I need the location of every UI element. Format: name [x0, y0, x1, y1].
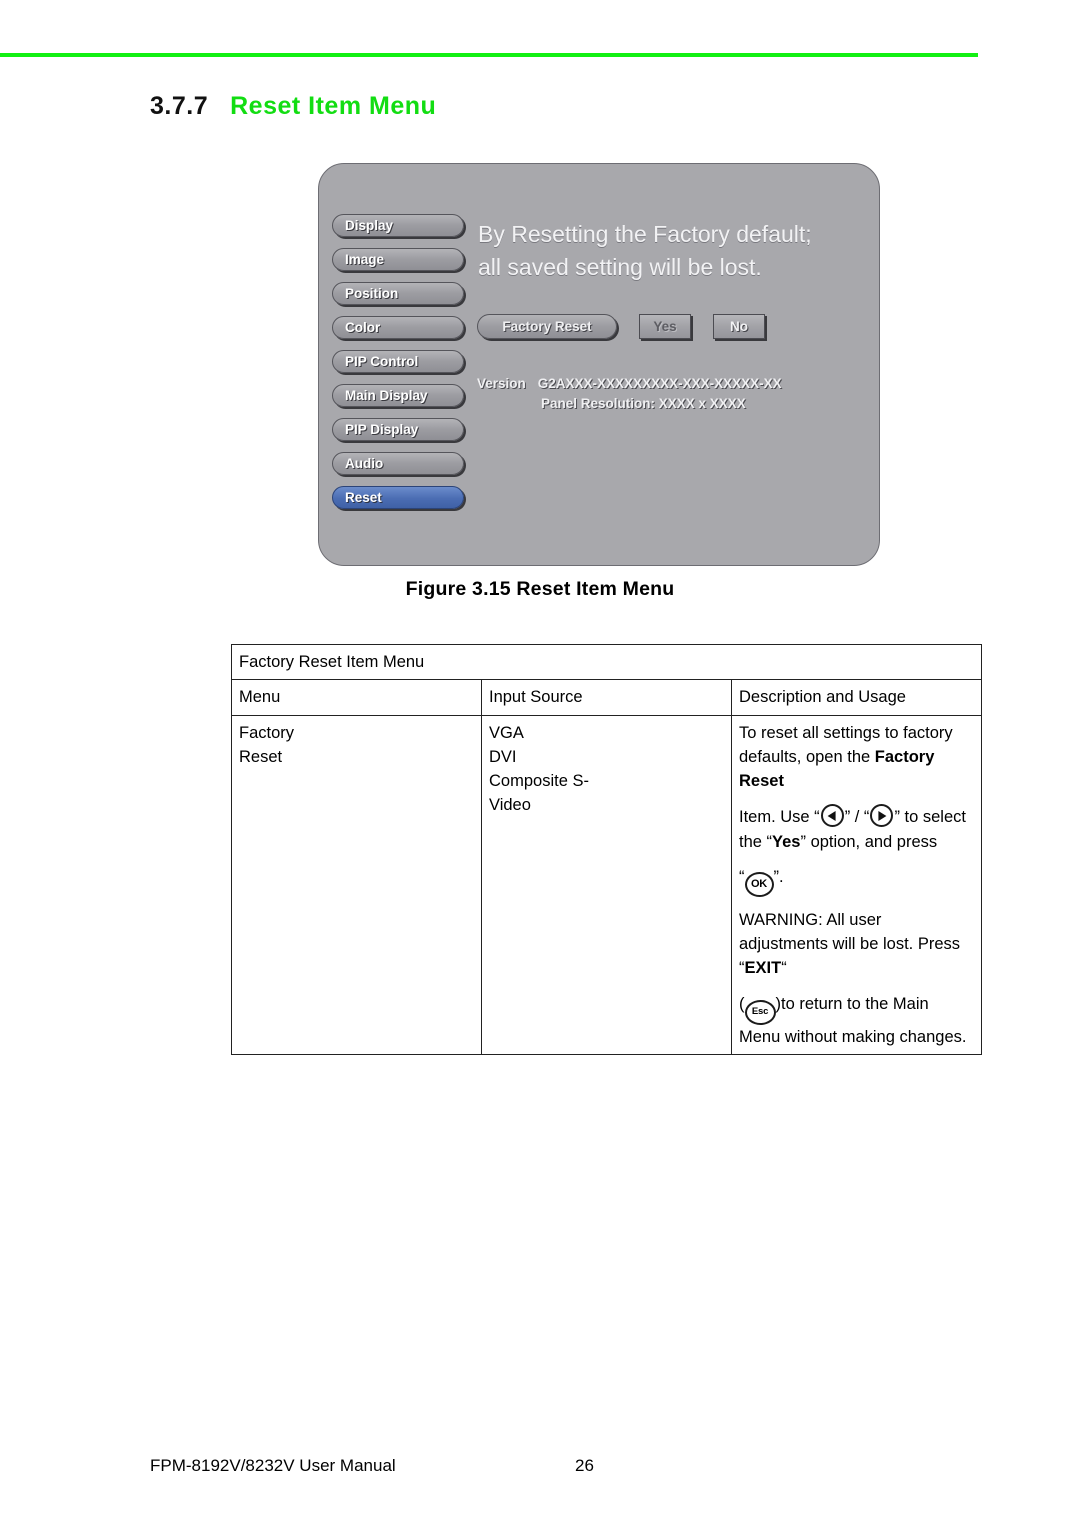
menu-line: Reset — [239, 747, 283, 766]
osd-menu-label: Position — [345, 286, 399, 301]
osd-panel: Display Image Position Color PIP Control… — [318, 163, 880, 566]
osd-menu-label: Color — [345, 320, 381, 335]
header-menu: Menu — [231, 679, 482, 716]
footer-manual-title: FPM-8192V/8232V User Manual — [150, 1456, 396, 1475]
desc-text: ”. — [773, 867, 784, 886]
description-paragraph-2: Item. Use “” / “” to select the “Yes” op… — [739, 804, 974, 854]
source-line: DVI — [489, 747, 517, 766]
osd-action-row: Factory Reset Yes No — [477, 314, 765, 339]
section-number: 3.7.7 — [150, 92, 209, 120]
osd-version-block: Version G2AXXX-XXXXXXXXX-XXX-XXXXX-XX Pan… — [477, 374, 782, 413]
osd-menu-list: Display Image Position Color PIP Control… — [332, 214, 464, 520]
osd-menu-label: PIP Display — [345, 422, 419, 437]
menu-line: Factory — [239, 723, 295, 742]
arrow-right-icon — [870, 804, 894, 828]
reset-item-table: Factory Reset Item Menu Menu Input Sourc… — [231, 643, 982, 1055]
figure-caption: Figure 3.15 Reset Item Menu — [405, 578, 675, 600]
section-title: Reset Item Menu — [230, 92, 437, 120]
osd-menu-item-color[interactable]: Color — [332, 316, 464, 339]
source-line: Composite S- — [489, 772, 589, 790]
esc-key-icon: Esc — [744, 999, 776, 1025]
osd-menu-item-main-display[interactable]: Main Display — [332, 384, 464, 407]
cell-input-source: VGA DVI Composite S- Video — [481, 714, 732, 1055]
no-button[interactable]: No — [713, 314, 765, 339]
desc-text: Item. Use “ — [739, 808, 820, 827]
desc-text: )to return to the Main Menu without maki… — [739, 994, 967, 1046]
page-title: 3.7.7 Reset Item Menu — [150, 92, 436, 121]
table-row: Factory Reset VGA DVI Composite S- Video… — [231, 714, 982, 1055]
osd-menu-item-reset[interactable]: Reset — [332, 486, 464, 509]
osd-warning-message: By Resetting the Factory default; all sa… — [478, 218, 868, 283]
no-label: No — [730, 319, 748, 334]
desc-text: ( — [739, 994, 745, 1013]
desc-text: ” / “ — [844, 808, 870, 827]
cell-description: To reset all settings to factory default… — [731, 714, 982, 1055]
panel-resolution: Panel Resolution: XXXX x XXXX — [541, 395, 746, 411]
desc-text: “ — [739, 867, 745, 886]
version-value: G2AXXX-XXXXXXXXX-XXX-XXXXX-XX — [537, 376, 782, 391]
header-rule — [0, 53, 978, 57]
factory-reset-button[interactable]: Factory Reset — [477, 314, 617, 339]
osd-warning-line-2: all saved setting will be lost. — [478, 253, 762, 280]
footer-page-number: 26 — [575, 1456, 594, 1475]
osd-warning-line-1: By Resetting the Factory default; — [478, 221, 812, 247]
osd-menu-label: Audio — [345, 456, 384, 471]
arrow-left-icon — [820, 804, 844, 828]
desc-bold-yes: Yes — [772, 832, 801, 851]
version-label: Version — [477, 376, 526, 391]
description-paragraph-3: “OK”. — [739, 865, 974, 897]
yes-label: Yes — [653, 319, 677, 334]
osd-menu-item-image[interactable]: Image — [332, 248, 464, 271]
osd-menu-label: Main Display — [345, 388, 428, 403]
factory-reset-label: Factory Reset — [502, 319, 592, 334]
ok-key-icon: OK — [744, 871, 774, 897]
description-paragraph-5: (Esc)to return to the Main Menu without … — [739, 992, 974, 1049]
osd-menu-item-position[interactable]: Position — [332, 282, 464, 305]
desc-bold-exit: EXIT — [744, 959, 782, 978]
table-title-cell: Factory Reset Item Menu — [231, 643, 982, 681]
source-line: VGA — [489, 723, 524, 742]
description-paragraph-4: WARNING: All user adjustments will be lo… — [739, 908, 974, 981]
table-title-row: Factory Reset Item Menu — [231, 643, 982, 681]
osd-menu-item-display[interactable]: Display — [332, 214, 464, 237]
description-paragraph-1: To reset all settings to factory default… — [739, 721, 974, 794]
osd-menu-label: Display — [345, 218, 394, 233]
table-header-row: Menu Input Source Description and Usage — [231, 679, 982, 716]
osd-menu-item-pip-control[interactable]: PIP Control — [332, 350, 464, 373]
header-description: Description and Usage — [731, 679, 982, 716]
header-input-source: Input Source — [481, 679, 732, 716]
osd-menu-item-pip-display[interactable]: PIP Display — [332, 418, 464, 441]
desc-text: ” option, and press — [800, 832, 938, 851]
osd-menu-item-audio[interactable]: Audio — [332, 452, 464, 475]
osd-menu-label: PIP Control — [345, 354, 419, 369]
cell-menu: Factory Reset — [231, 714, 482, 1055]
osd-menu-label: Reset — [345, 490, 382, 505]
osd-menu-label: Image — [345, 252, 385, 267]
yes-button[interactable]: Yes — [639, 314, 691, 339]
source-line: Video — [489, 796, 531, 815]
desc-text: “ — [781, 959, 787, 978]
